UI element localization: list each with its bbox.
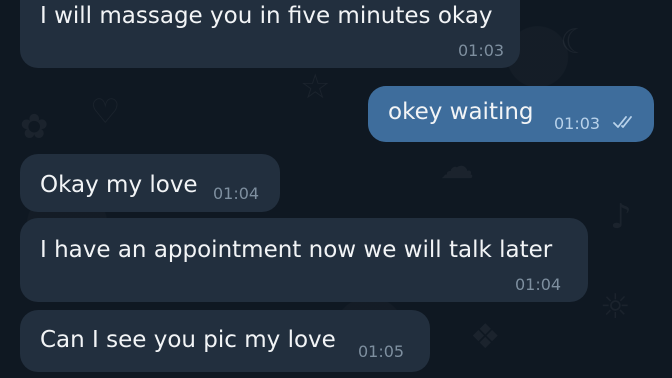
message-text: I have an appointment now we will talk l… [40,237,553,263]
message-text: I will massage you in five minutes okay [40,3,493,29]
chat-area[interactable]: ☆ ♡ ☁ ♪ ✿ ☼ ❖ ☾ I will massage you in fi… [0,0,672,378]
double-check-icon [613,116,632,128]
wallpaper-gift-icon: ❖ [470,317,501,357]
wallpaper-cloud-icon: ☁ [440,147,474,187]
message-bubble-outgoing[interactable]: okey waiting 01:03 [368,86,654,142]
message-text: okey waiting [388,99,534,125]
message-bubble-incoming[interactable]: Can I see you pic my love 01:05 [20,310,430,372]
message-time: 01:03 [554,114,601,133]
wallpaper-flower-icon: ✿ [20,107,49,147]
wallpaper-star-icon: ☆ [300,67,331,107]
wallpaper-heart-icon: ♡ [90,92,121,132]
message-time: 01:03 [458,41,505,60]
message-bubble-incoming[interactable]: Okay my love 01:04 [20,154,280,212]
message-text: Can I see you pic my love [40,327,336,353]
message-bubble-incoming[interactable]: I will massage you in five minutes okay … [20,0,520,68]
message-time: 01:04 [213,184,260,203]
message-time: 01:05 [358,342,405,361]
wallpaper-moon-icon: ☾ [560,22,591,62]
message-time: 01:04 [515,275,562,294]
wallpaper-sun-icon: ☼ [600,287,631,327]
message-text: Okay my love [40,172,198,198]
wallpaper-bell-icon: ♪ [610,197,632,237]
message-bubble-incoming[interactable]: I have an appointment now we will talk l… [20,218,588,302]
